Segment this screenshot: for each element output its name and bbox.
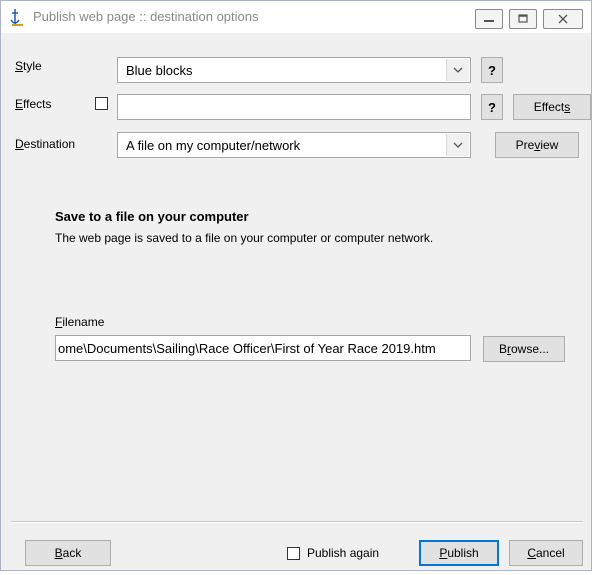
minimize-button[interactable] <box>475 9 503 29</box>
maximize-icon <box>518 14 528 23</box>
effects-help-button[interactable]: ? <box>481 94 503 120</box>
footer-divider <box>11 521 583 523</box>
publish-button[interactable]: Publish <box>419 540 499 566</box>
title-bar: Publish web page :: destination options <box>1 1 591 33</box>
close-icon <box>558 14 568 24</box>
close-button[interactable] <box>543 9 583 29</box>
effects-field[interactable] <box>117 94 471 120</box>
cancel-button[interactable]: Cancel <box>509 540 583 566</box>
style-dropdown[interactable]: Blue blocks <box>117 57 471 83</box>
effects-button[interactable]: Effect s <box>513 94 591 120</box>
back-button[interactable]: Back <box>25 540 111 566</box>
chevron-down-icon[interactable] <box>446 134 469 156</box>
filename-value: ome\Documents\Sailing\Race Officer\First… <box>58 341 436 356</box>
preview-button[interactable]: Pre v iew <box>495 132 579 158</box>
destination-value: A file on my computer/network <box>126 138 301 153</box>
filename-label: Filename <box>55 315 105 329</box>
minimize-icon <box>484 20 494 22</box>
anchor-icon <box>9 7 27 27</box>
style-help-button[interactable]: ? <box>481 57 503 83</box>
effects-checkbox[interactable] <box>95 97 108 110</box>
filename-input[interactable]: ome\Documents\Sailing\Race Officer\First… <box>55 335 471 361</box>
destination-description: The web page is saved to a file on your … <box>55 231 434 245</box>
style-value: Blue blocks <box>126 63 193 78</box>
maximize-button[interactable] <box>509 9 537 29</box>
destination-dropdown[interactable]: A file on my computer/network <box>117 132 471 158</box>
publish-again-label[interactable]: Publish again <box>307 546 379 560</box>
window-title: Publish web page :: destination options <box>33 9 259 24</box>
publish-again-checkbox[interactable] <box>287 547 300 560</box>
destination-label: Destination <box>15 137 76 151</box>
browse-button[interactable]: Br owse... <box>483 336 565 362</box>
chevron-down-icon[interactable] <box>446 59 469 81</box>
effects-label: Effects <box>15 97 52 111</box>
destination-heading: Save to a file on your computer <box>55 209 249 224</box>
publish-dialog: Publish web page :: destination options … <box>0 0 592 571</box>
style-label: Style <box>15 59 42 73</box>
